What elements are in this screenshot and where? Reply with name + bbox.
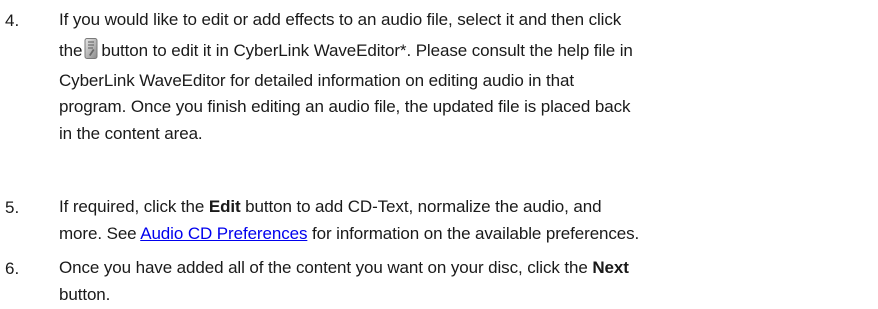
- step-line: CyberLink WaveEditor for detailed inform…: [59, 70, 574, 90]
- step-text-fragment: If required, click the: [59, 197, 205, 216]
- step-text-fragment: button to add CD-Text, normalize the aud…: [245, 197, 602, 216]
- step-line: If required, click the Edit button to ad…: [59, 194, 871, 221]
- step-text-fragment: Once you have added all of the content y…: [59, 258, 588, 277]
- step-text-fragment: more. See: [59, 223, 137, 243]
- step-line: more. See Audio CD Preferences for infor…: [59, 221, 871, 248]
- wave-editor-icon[interactable]: [84, 37, 98, 59]
- step-text-fragment: button to edit it in CyberLink WaveEdito…: [101, 40, 633, 60]
- step-line-with-icon: the button to edit it in CyberLink WaveEd…: [59, 34, 871, 68]
- next-button-label: Next: [592, 258, 629, 277]
- step-text: Once you have added all of the content y…: [59, 255, 871, 308]
- step-text: If required, click the Edit button to ad…: [59, 194, 871, 247]
- step-text-fragment: for information on the available prefere…: [311, 223, 640, 243]
- step-line: in the content area.: [59, 123, 203, 143]
- step-text-fragment: the: [59, 40, 83, 60]
- edit-button-label: Edit: [208, 197, 241, 216]
- step-line: If you would like to edit or add effects…: [59, 10, 622, 29]
- audio-cd-preferences-link[interactable]: Audio CD Preferences: [140, 224, 307, 243]
- step-number: 5.: [5, 198, 20, 217]
- step-text: If you would like to edit or add effects…: [59, 7, 871, 147]
- step-number: 4.: [5, 11, 20, 30]
- step-line: button.: [59, 284, 111, 304]
- instruction-steps: 4. If you would like to edit or add effe…: [0, 0, 878, 309]
- step-number: 6.: [5, 259, 20, 278]
- step-line: program. Once you finish editing an audi…: [59, 97, 631, 116]
- step-line: Once you have added all of the content y…: [59, 255, 871, 282]
